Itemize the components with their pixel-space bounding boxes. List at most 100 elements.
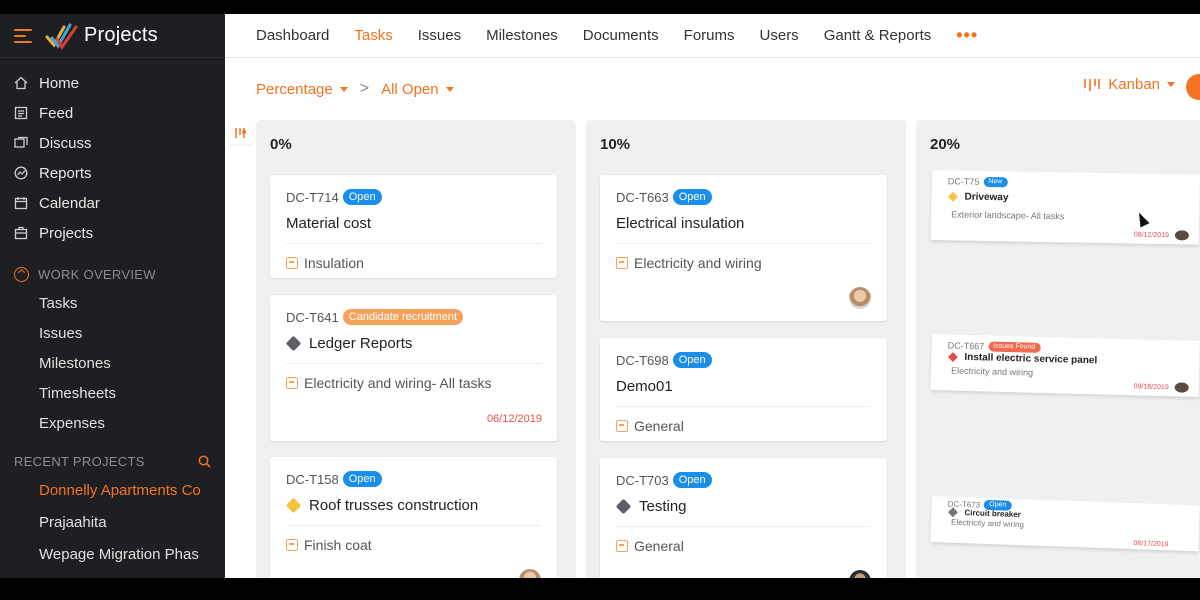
task-card[interactable]: DC-T673 Open Circuit breaker Electricity … xyxy=(930,496,1200,552)
task-id: DC-T698 Open xyxy=(616,352,712,368)
task-card[interactable]: DC-T641 Candidate recruitment Ledger Repo… xyxy=(270,295,557,441)
due-date: 08/12/2019 xyxy=(1133,231,1169,240)
task-title: Ledger Reports xyxy=(285,335,412,352)
sidebar-item-label: Reports xyxy=(39,164,92,182)
divider xyxy=(616,526,871,527)
kanban-icon xyxy=(1084,78,1101,91)
filter-label: All Open xyxy=(381,80,439,98)
filter-dropdown[interactable]: All Open xyxy=(381,81,454,98)
sidebar-item-issues[interactable]: Issues xyxy=(0,318,225,348)
discuss-icon xyxy=(14,136,28,148)
menu-icon[interactable] xyxy=(14,28,32,43)
group-by-dropdown[interactable]: Percentage xyxy=(256,81,348,98)
task-card[interactable]: DC-T714 Open Material cost Insulation xyxy=(270,175,557,278)
column-title: 10% xyxy=(600,136,631,153)
sidebar-item-timesheets[interactable]: Timesheets xyxy=(0,378,225,408)
tasklist-icon xyxy=(616,420,628,432)
avatar[interactable] xyxy=(849,570,871,578)
recent-project-item[interactable]: Donnelly Apartments Co xyxy=(0,474,225,506)
column-title: 0% xyxy=(270,136,292,153)
kanban-column: 0% DC-T714 Open Material cost Insulation … xyxy=(256,120,576,578)
tasklist-label: Electricity and wiring xyxy=(950,365,1034,378)
task-id: DC-T703 Open xyxy=(616,472,712,488)
priority-icon xyxy=(285,497,302,514)
caret-down-icon xyxy=(445,86,454,92)
task-id: DC-T158 Open xyxy=(286,471,382,487)
task-id: DC-T641 Candidate recruitment xyxy=(286,309,463,325)
board-toolbar: Percentage > All Open Kanban xyxy=(225,58,1200,120)
avatar[interactable] xyxy=(1174,382,1189,393)
status-badge: Open xyxy=(672,189,712,205)
divider xyxy=(616,406,871,407)
task-title: Roof trusses construction xyxy=(285,497,478,514)
recent-projects-heading: RECENT PROJECTS xyxy=(14,453,145,469)
app-window: Projects Home Feed Discuss Reports Calen… xyxy=(0,14,1200,578)
task-title: Demo01 xyxy=(616,378,673,395)
view-label: Kanban xyxy=(1108,76,1160,93)
task-card[interactable]: DC-T703 Open Testing General xyxy=(600,458,887,578)
more-tabs-icon[interactable]: ••• xyxy=(956,25,978,46)
avatar[interactable] xyxy=(849,287,871,309)
avatar[interactable] xyxy=(519,569,541,578)
top-nav: Dashboard Tasks Issues Milestones Docume… xyxy=(225,14,1200,58)
task-card[interactable]: DC-T75 New Driveway Exterior landscape- A… xyxy=(930,170,1200,245)
task-card[interactable]: DC-T667 Issues Found Install electric ser… xyxy=(930,334,1200,397)
tab-tasks[interactable]: Tasks xyxy=(354,27,392,44)
sidebar-item-milestones[interactable]: Milestones xyxy=(0,348,225,378)
tasklist-icon xyxy=(286,377,298,389)
column-title: 20% xyxy=(930,136,961,153)
tab-milestones[interactable]: Milestones xyxy=(486,27,558,44)
tab-users[interactable]: Users xyxy=(760,27,799,44)
sidebar: Projects Home Feed Discuss Reports Calen… xyxy=(0,14,225,578)
task-card[interactable]: DC-T158 Open Roof trusses construction Fi… xyxy=(270,457,557,578)
calendar-icon xyxy=(14,197,28,210)
caret-down-icon xyxy=(1167,82,1175,87)
sidebar-item-label: Projects xyxy=(39,224,94,242)
task-card[interactable]: DC-T663 Open Electrical insulation Electr… xyxy=(600,175,887,321)
priority-icon xyxy=(948,191,958,202)
tab-issues[interactable]: Issues xyxy=(418,27,461,44)
add-task-button[interactable] xyxy=(1186,74,1200,100)
sidebar-item-reports[interactable]: Reports xyxy=(0,158,225,188)
sidebar-item-calendar[interactable]: Calendar xyxy=(0,188,225,218)
sidebar-item-feed[interactable]: Feed xyxy=(0,98,225,128)
view-switcher[interactable]: Kanban xyxy=(1083,76,1175,93)
divider xyxy=(286,243,541,244)
tab-gantt-reports[interactable]: Gantt & Reports xyxy=(824,27,932,44)
divider xyxy=(286,363,541,364)
tab-dashboard[interactable]: Dashboard xyxy=(256,27,329,44)
status-badge: Issues Found xyxy=(988,341,1041,353)
tasklist-label: Finish coat xyxy=(286,537,372,553)
recent-project-item[interactable]: Wepage Migration Phas xyxy=(0,538,225,570)
tab-forums[interactable]: Forums xyxy=(684,27,735,44)
column-settings-icon[interactable] xyxy=(229,122,253,144)
divider xyxy=(286,525,541,526)
status-badge: Open xyxy=(342,471,382,487)
task-id: DC-T714 Open xyxy=(286,189,382,205)
tasklist-icon xyxy=(286,257,298,269)
sidebar-item-expenses[interactable]: Expenses xyxy=(0,408,225,438)
work-overview-toggle[interactable]: WORK OVERVIEW xyxy=(0,260,225,288)
sidebar-item-home[interactable]: Home xyxy=(0,68,225,98)
task-card[interactable]: DC-T698 Open Demo01 General xyxy=(600,338,887,441)
projects-icon xyxy=(14,226,28,240)
work-overview-heading: WORK OVERVIEW xyxy=(38,266,156,282)
tasklist-icon xyxy=(616,257,628,269)
avatar[interactable] xyxy=(1174,230,1189,241)
tasklist-icon xyxy=(616,540,628,552)
priority-icon xyxy=(285,335,302,352)
tasklist-label: General xyxy=(616,418,684,434)
search-icon[interactable] xyxy=(198,455,211,468)
kanban-column: 20% DC-T75 New Driveway Exterior landscap… xyxy=(916,120,1200,578)
sidebar-item-label: Calendar xyxy=(39,194,100,212)
recent-project-item[interactable]: Prajaahita xyxy=(0,506,225,538)
task-id: DC-T75 New xyxy=(948,176,1008,188)
tab-documents[interactable]: Documents xyxy=(583,27,659,44)
sidebar-item-projects[interactable]: Projects xyxy=(0,218,225,248)
sidebar-item-tasks[interactable]: Tasks xyxy=(0,288,225,318)
collapse-chevron-icon xyxy=(14,266,29,282)
sidebar-item-discuss[interactable]: Discuss xyxy=(0,128,225,158)
divider xyxy=(616,243,871,244)
tasklist-label: Electricity and wiring xyxy=(950,517,1025,530)
task-title: Testing xyxy=(615,498,687,515)
